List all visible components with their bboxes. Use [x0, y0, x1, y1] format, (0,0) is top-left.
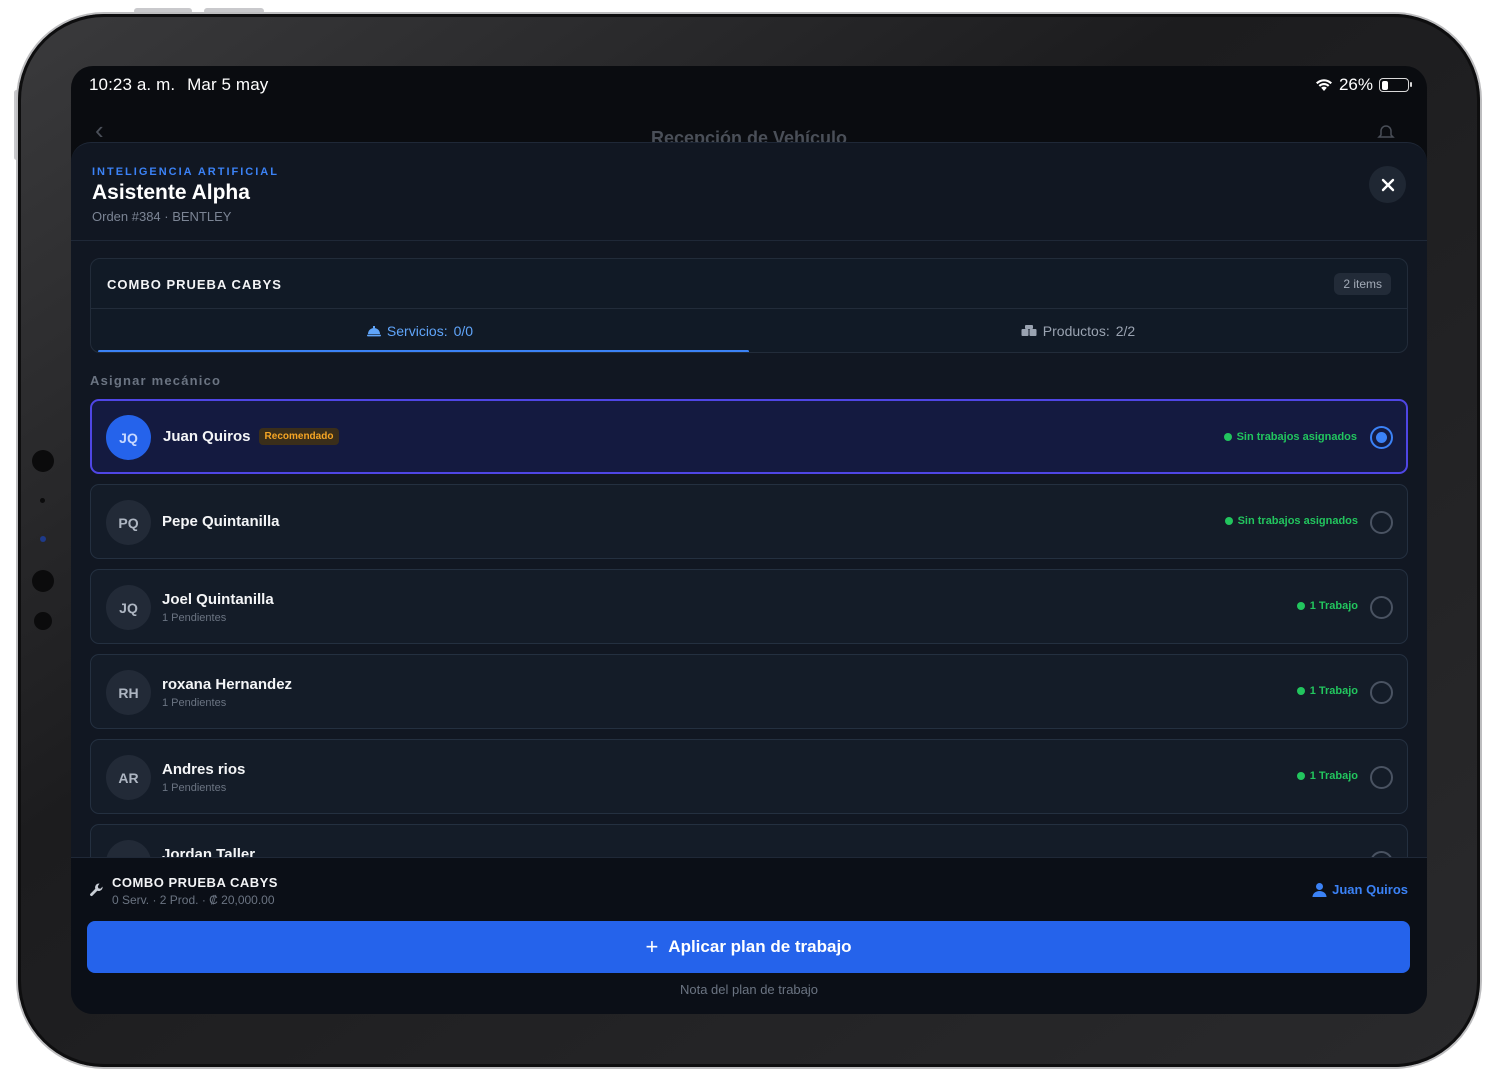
mechanic-row[interactable]: RH roxana Hernandez 1 Pendientes 1 Traba… [90, 654, 1408, 729]
items-count-badge: 2 items [1334, 273, 1391, 295]
user-icon [1312, 883, 1327, 897]
pending-count: 1 Pendientes [162, 697, 227, 709]
mechanic-row[interactable]: JQ Juan Quiros Recomendado Sin trabajos a… [90, 399, 1408, 474]
workload-status-text: Sin trabajos asignados [1237, 515, 1358, 527]
workload-status-text: Sin trabajos asignados [1236, 431, 1357, 443]
status-dot-icon [1296, 687, 1305, 695]
apply-plan-label: Aplicar plan de trabajo [668, 937, 852, 956]
radio-button[interactable] [1370, 681, 1393, 704]
avatar: RH [106, 670, 151, 715]
status-time: 10:23 a. m. Mar 5 may [89, 75, 268, 95]
radio-button[interactable] [1370, 766, 1393, 789]
date-text: Mar 5 may [187, 75, 269, 94]
camera-dot [40, 536, 46, 542]
status-bar: 10:23 a. m. Mar 5 may 26% [71, 66, 1427, 106]
workload-status-text: 1 Trabajo [1309, 770, 1358, 782]
apply-plan-button[interactable]: + Aplicar plan de trabajo [87, 921, 1410, 973]
tab-services-label: Servicios: [386, 323, 448, 339]
footer-panel: COMBO PRUEBA CABYS 0 Serv. · 2 Prod. · ₡… [71, 857, 1427, 1014]
mechanic-name-text: Juan Quiros [163, 428, 251, 445]
background-nav: ‹ Recepción de Vehículo [71, 106, 1427, 148]
radio-button[interactable] [1370, 596, 1393, 619]
avatar: JQ [106, 585, 151, 630]
pending-count: 1 Pendientes [162, 782, 227, 794]
camera-dot [32, 570, 54, 592]
mechanic-name: roxana Hernandez [162, 676, 293, 693]
screen: 10:23 a. m. Mar 5 may 26% ‹ Recepción de … [71, 66, 1427, 1014]
workload-status: 1 Trabajo [1296, 685, 1358, 697]
status-dot-icon [1224, 517, 1233, 525]
sheet-eyebrow: INTELIGENCIA ARTIFICIAL [92, 166, 279, 178]
combo-tabs: Servicios: 0/0 Productos: 2/2 [91, 308, 1407, 352]
assigned-mechanic: Juan Quiros [1312, 882, 1408, 897]
workload-status: Sin trabajos asignados [1223, 431, 1357, 443]
mechanic-row[interactable]: JQ Joel Quintanilla 1 Pendientes 1 Traba… [90, 569, 1408, 644]
camera-dot [34, 612, 52, 630]
boxes-icon [1021, 325, 1037, 336]
avatar: JT [106, 840, 151, 858]
close-button[interactable] [1369, 166, 1406, 203]
pending-count: 1 Pendientes [162, 612, 227, 624]
recommended-badge: Recomendado [258, 428, 340, 445]
camera-dot [32, 450, 54, 472]
battery-fill [1381, 80, 1388, 90]
status-right: 26% [1315, 75, 1412, 95]
assigned-mechanic-name: Juan Quiros [1332, 882, 1408, 897]
mechanic-name: Andres rios [162, 761, 246, 778]
tab-products[interactable]: Productos: 2/2 [749, 309, 1407, 352]
bell-icon [1377, 125, 1395, 138]
assistant-sheet: INTELIGENCIA ARTIFICIAL Asistente Alpha … [71, 142, 1427, 1014]
tab-services[interactable]: Servicios: 0/0 [91, 309, 749, 352]
avatar: AR [106, 755, 151, 800]
mechanic-name: Pepe Quintanilla [162, 513, 280, 530]
workload-status: 1 Trabajo [1296, 770, 1358, 782]
camera-dot [40, 498, 45, 503]
mechanic-list[interactable]: JQ Juan Quiros Recomendado Sin trabajos a… [90, 399, 1408, 858]
combo-card: COMBO PRUEBA CABYS 2 items Servicios: 0/… [90, 258, 1408, 353]
tab-products-label: Productos: [1042, 323, 1110, 339]
tab-services-count: 0/0 [453, 323, 474, 339]
radio-selected-dot [1376, 432, 1387, 443]
battery-percent: 26% [1338, 75, 1373, 94]
plan-note-link[interactable]: Nota del plan de trabajo [71, 982, 1427, 997]
mechanic-row[interactable]: JT Jordan Taller [90, 824, 1408, 858]
sheet-subtitle: Orden #384 · BENTLEY [92, 209, 232, 224]
plus-icon: + [645, 934, 659, 959]
avatar: PQ [106, 500, 151, 545]
assign-mechanic-label: Asignar mecánico [90, 373, 222, 388]
close-icon [1381, 178, 1394, 191]
mechanic-row[interactable]: PQ Pepe Quintanilla Sin trabajos asignad… [90, 484, 1408, 559]
wifi-icon [1315, 79, 1332, 91]
status-dot-icon [1223, 433, 1232, 441]
mechanic-name: Juan Quiros Recomendado [163, 428, 340, 445]
service-bell-icon [366, 326, 381, 337]
workload-status: Sin trabajos asignados [1224, 515, 1358, 527]
radio-button[interactable] [1370, 511, 1393, 534]
status-dot-icon [1296, 772, 1305, 780]
workload-status-text: 1 Trabajo [1309, 600, 1358, 612]
combo-title: COMBO PRUEBA CABYS [107, 277, 282, 292]
mechanic-name: Joel Quintanilla [162, 591, 274, 608]
radio-button[interactable] [1370, 426, 1393, 449]
wrench-icon [90, 883, 103, 897]
workload-status: 1 Trabajo [1296, 600, 1358, 612]
footer-summary: 0 Serv. · 2 Prod. · ₡ 20,000.00 [112, 893, 275, 907]
tab-products-count: 2/2 [1115, 323, 1136, 339]
mechanic-row[interactable]: AR Andres rios 1 Pendientes 1 Trabajo [90, 739, 1408, 814]
workload-status-text: 1 Trabajo [1309, 685, 1358, 697]
avatar: JQ [106, 415, 151, 460]
sheet-title: Asistente Alpha [92, 181, 250, 204]
status-dot-icon [1296, 602, 1305, 610]
battery-icon [1379, 78, 1412, 92]
active-tab-indicator [98, 350, 749, 352]
footer-combo-title: COMBO PRUEBA CABYS [112, 875, 278, 890]
sheet-header: INTELIGENCIA ARTIFICIAL Asistente Alpha … [71, 143, 1427, 241]
time-text: 10:23 a. m. [89, 75, 176, 94]
